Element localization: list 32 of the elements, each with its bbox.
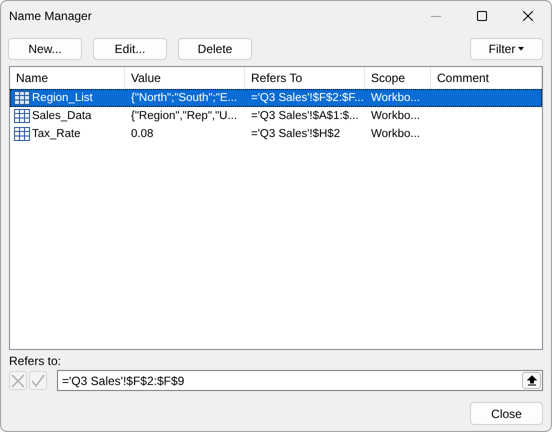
table-cell-text: 0.08 — [130, 128, 154, 140]
table-cell-text: {"North";"South";"E... — [130, 92, 238, 104]
caret-icon — [518, 47, 524, 51]
filter-button[interactable]: Filter — [470, 38, 543, 60]
window-title: Name Manager — [9, 9, 93, 23]
maximize-icon[interactable] — [477, 11, 487, 21]
name-text: Region_List — [32, 92, 93, 104]
name-row[interactable]: Region_List {"North";"South";"E... ='Q3 Sales'!$F$2:$F... Workbo... — [10, 89, 542, 107]
close-icon[interactable] — [523, 11, 533, 21]
toolbar-button[interactable]: New... — [8, 38, 82, 60]
collapse-button[interactable] — [522, 372, 541, 389]
table-icon — [14, 127, 30, 141]
table-cell-text: {"Region","Rep","U... — [130, 110, 238, 122]
table-cell-text: ='Q3 Sales'!$H$2 — [250, 128, 342, 140]
name-row[interactable]: Sales_Data {"Region","Rep","U... ='Q3 Sales'!$A$1:$... Workbo... — [10, 107, 542, 125]
table-cell-text: Workbo... — [370, 110, 421, 122]
refers-to-label: Refers to: — [9, 354, 62, 368]
table-cell-text: ='Q3 Sales'!$A$1:$... — [250, 110, 360, 122]
toolbar-button[interactable]: Delete — [178, 38, 252, 60]
table-cell-text: Workbo... — [370, 128, 421, 140]
table-cell-text: Workbo... — [370, 92, 421, 104]
table-icon — [14, 109, 30, 123]
table-cell-text: ='Q3 Sales'!$F$2:$F... — [250, 92, 365, 104]
check-icon[interactable] — [29, 371, 47, 390]
name-text: Tax_Rate — [32, 128, 81, 140]
refers-to-field[interactable]: ='Q3 Sales'!$F$2:$F$9 — [57, 370, 543, 391]
name-row[interactable]: Tax_Rate 0.08 ='Q3 Sales'!$H$2 Workbo... — [10, 125, 542, 143]
upload-arrow-icon — [526, 375, 536, 386]
table-icon — [14, 91, 30, 105]
toolbar-button[interactable]: Edit... — [93, 38, 167, 60]
close-button[interactable]: Close — [470, 402, 543, 425]
name-text: Sales_Data — [32, 110, 92, 122]
